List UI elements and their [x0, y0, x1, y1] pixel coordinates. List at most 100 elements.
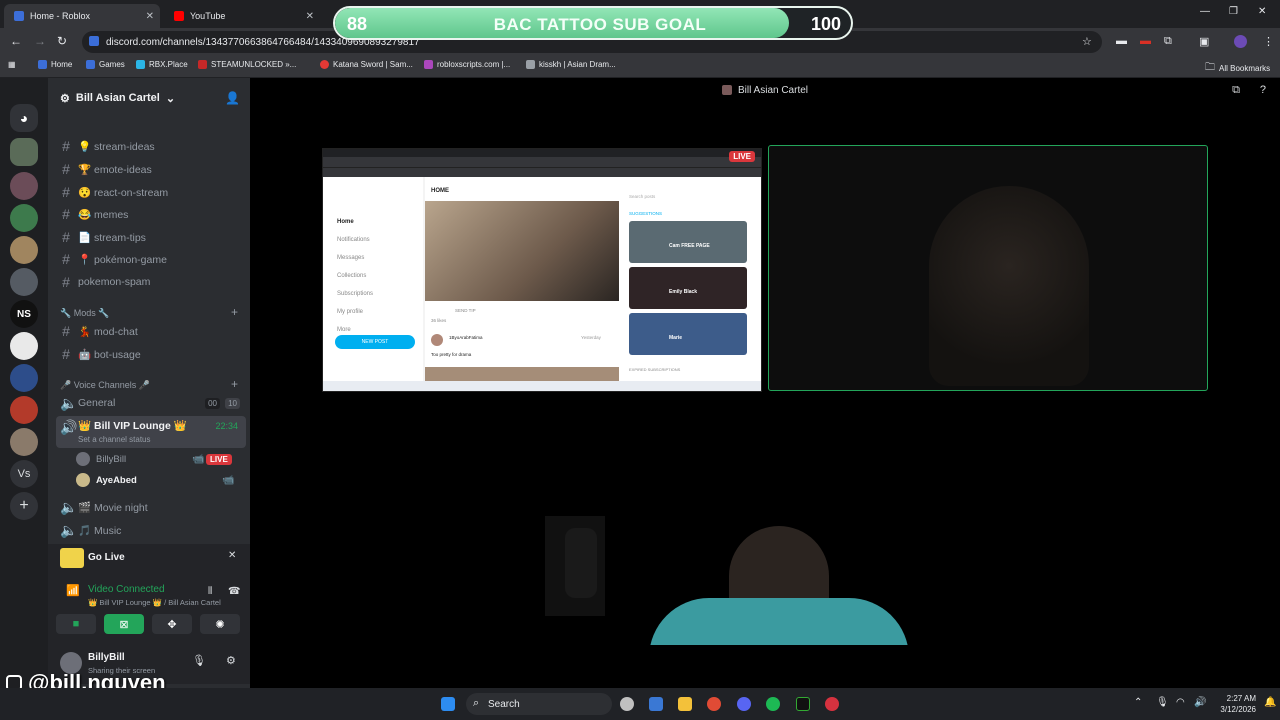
profile-avatar-icon[interactable]	[1234, 35, 1247, 48]
taskbar-search[interactable]: ⌕ Search	[466, 693, 612, 715]
go-live-icon[interactable]	[60, 548, 84, 568]
forward-icon[interactable]: →	[34, 34, 46, 48]
connection-status[interactable]: Video Connected	[88, 584, 165, 595]
add-channel-icon[interactable]: +	[231, 377, 238, 391]
server-icon[interactable]	[10, 396, 38, 424]
close-icon[interactable]: ✕	[306, 11, 314, 22]
server-vs-icon[interactable]: Vs	[10, 460, 38, 488]
file-explorer-icon[interactable]	[678, 697, 692, 711]
bookmark-steamunlocked[interactable]: STEAMUNLOCKED »...	[198, 60, 296, 69]
bookmark-kisskh[interactable]: kisskh | Asian Dram...	[526, 60, 616, 69]
noise-suppression-icon[interactable]: ⫴	[208, 586, 212, 597]
clock[interactable]: 2:27 AM 3/12/2026	[1212, 693, 1256, 715]
invite-people-icon[interactable]: 👤	[225, 91, 240, 105]
chevron-up-icon[interactable]: ⌃	[1134, 697, 1142, 708]
windows-taskbar: ⌕ Search ⌃ 🎙 ◠ 🔊 2:27 AM 3/12/2026 🔔	[0, 688, 1280, 720]
discord-home-icon[interactable]: ◕	[10, 104, 38, 132]
app-icon[interactable]	[796, 697, 810, 711]
bookmark-home[interactable]: Home	[38, 60, 72, 69]
category-voice[interactable]: 🎤 Voice Channels 🎤	[60, 380, 150, 391]
site-info-icon[interactable]	[89, 36, 99, 46]
voice-user-ayeabed[interactable]: AyeAbed 📹	[76, 471, 234, 489]
disconnect-icon[interactable]: ☎	[228, 586, 240, 597]
channel-status[interactable]: Set a channel status	[78, 435, 151, 444]
volume-icon[interactable]: 🔊	[1194, 697, 1206, 708]
extension-icon[interactable]: ▬	[1140, 35, 1151, 47]
opera-icon[interactable]	[825, 697, 839, 711]
hash-icon: #	[62, 138, 70, 154]
minimize-icon[interactable]: —	[1200, 6, 1210, 17]
settings-gear-icon[interactable]: ⚙	[226, 654, 236, 667]
voice-channel-movie-night[interactable]: 🔈 🎬 Movie night	[56, 497, 246, 517]
all-bookmarks[interactable]: 🗀 All Bookmarks	[1205, 60, 1270, 77]
go-live-label[interactable]: Go Live	[88, 552, 125, 563]
channel-pokemon-game[interactable]: # 📍 pokémon-game	[56, 249, 246, 269]
streamer-webcam	[545, 398, 985, 645]
bookmark-rbx-place[interactable]: RBX.Place	[136, 60, 188, 69]
activities-button[interactable]: ✥	[152, 614, 192, 634]
add-server-icon[interactable]: +	[10, 492, 38, 520]
soundboard-button[interactable]: ✺	[200, 614, 240, 634]
user-name[interactable]: BillyBill	[88, 652, 125, 663]
category-mods[interactable]: 🔧 Mods 🔧	[60, 308, 109, 319]
add-channel-icon[interactable]: +	[231, 305, 238, 319]
channel-mod-chat[interactable]: # 💃 mod-chat	[56, 321, 246, 341]
windows-start-icon[interactable]	[441, 697, 455, 711]
server-icon[interactable]	[10, 138, 38, 166]
restore-icon[interactable]: ❐	[1229, 6, 1238, 17]
guild-header[interactable]: ⚙ Bill Asian Cartel ⌄ 👤	[48, 78, 250, 118]
back-icon[interactable]: ←	[10, 34, 22, 48]
close-window-icon[interactable]: ✕	[1258, 6, 1266, 17]
voice-channel-vip-lounge[interactable]: 🔊 👑 Bill VIP Lounge 👑 22:34 Set a channe…	[56, 416, 246, 448]
screen-share-tile[interactable]: LIVE Home Notifications Messages Collect…	[322, 148, 762, 392]
microphone-icon[interactable]: 🎙	[1156, 697, 1169, 708]
wifi-icon[interactable]: ◠	[1176, 697, 1185, 708]
channel-react-on-stream[interactable]: # 😯 react-on-stream	[56, 182, 246, 202]
reload-icon[interactable]: ↻	[57, 34, 67, 48]
close-icon[interactable]: ✕	[228, 550, 236, 561]
server-icon[interactable]	[10, 172, 38, 200]
voice-channel-general[interactable]: 🔈 General 00 10	[56, 393, 246, 413]
help-icon[interactable]: ?	[1260, 84, 1266, 96]
tab-roblox[interactable]: Home - Roblox ✕	[4, 4, 160, 28]
server-icon[interactable]	[10, 364, 38, 392]
voice-user-billybill[interactable]: BillyBill 📹 LIVE	[76, 450, 232, 468]
channel-pokemon-spam[interactable]: # pokemon-spam	[56, 272, 246, 292]
channel-memes[interactable]: # 😂 memes	[56, 204, 246, 224]
chrome-icon[interactable]	[707, 697, 721, 711]
menu-kebab-icon[interactable]: ⋮	[1263, 35, 1274, 48]
server-icon[interactable]	[10, 428, 38, 456]
channel-bot-usage[interactable]: # 🤖 bot-usage	[56, 344, 246, 364]
camera-button[interactable]: ■	[56, 614, 96, 634]
tab-youtube[interactable]: YouTube ✕	[164, 4, 320, 28]
connected-channel[interactable]: 👑 Bill VIP Lounge 👑 / Bill Asian Cartel	[88, 598, 221, 607]
microphone-icon[interactable]: 🎙	[192, 654, 206, 667]
bookmark-robloxscripts[interactable]: robloxscripts.com |...	[424, 60, 510, 69]
extension-icon[interactable]: ▬	[1116, 35, 1127, 47]
apps-grid-icon[interactable]: ▦	[8, 60, 16, 69]
camera-tile-ayeabed[interactable]	[768, 145, 1208, 391]
extensions-puzzle-icon[interactable]: ⧉	[1164, 35, 1172, 48]
robloxscripts-favicon-icon	[424, 60, 433, 69]
channel-stream-tips[interactable]: # 📄 stream-tips	[56, 227, 246, 247]
spotify-icon[interactable]	[766, 697, 780, 711]
channel-emote-ideas[interactable]: # 🏆 emote-ideas	[56, 159, 246, 179]
task-view-icon[interactable]	[620, 697, 634, 711]
bookmark-katana-sword[interactable]: Katana Sword | Sam...	[320, 60, 413, 69]
server-ns-icon[interactable]: NS	[10, 300, 38, 328]
sidepanel-icon[interactable]: ▣	[1199, 35, 1209, 48]
close-icon[interactable]: ✕	[146, 11, 154, 22]
edge-icon[interactable]	[649, 697, 663, 711]
discord-icon[interactable]	[737, 697, 751, 711]
notification-icon[interactable]: 🔔	[1264, 697, 1276, 708]
channel-stream-ideas[interactable]: # 💡 stream-ideas	[56, 136, 246, 156]
server-icon[interactable]	[10, 332, 38, 360]
server-icon[interactable]	[10, 268, 38, 296]
popout-icon[interactable]: ⧉	[1232, 84, 1240, 97]
screen-share-button[interactable]: ⊠	[104, 614, 144, 634]
bookmark-games[interactable]: Games	[86, 60, 125, 69]
server-icon[interactable]	[10, 204, 38, 232]
voice-channel-music[interactable]: 🔈 🎵 Music	[56, 520, 246, 540]
server-icon[interactable]	[10, 236, 38, 264]
bookmark-star-icon[interactable]: ☆	[1082, 35, 1092, 48]
